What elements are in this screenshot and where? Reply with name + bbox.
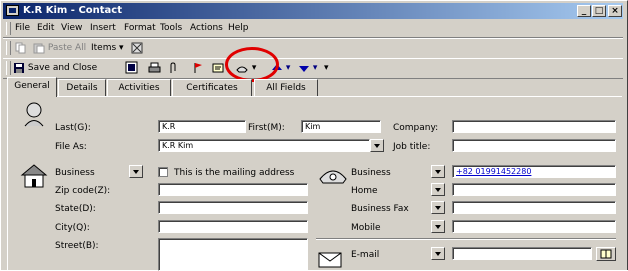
state-input[interactable]	[158, 201, 308, 214]
company-input[interactable]	[452, 120, 616, 133]
follow-up-button[interactable]	[193, 61, 203, 76]
menu-insert[interactable]: Insert	[90, 23, 116, 33]
save-icon	[14, 62, 24, 73]
customize-icon	[131, 42, 143, 53]
first-name-input[interactable]: Kim	[301, 120, 381, 133]
customize-button[interactable]	[131, 41, 143, 56]
toolbar-grip	[6, 41, 11, 55]
file-as-label: File As:	[55, 142, 87, 152]
paste-all-label: Paste All	[47, 43, 87, 53]
attach-button[interactable]	[168, 61, 177, 76]
paste-icon	[33, 43, 45, 53]
email-divider	[316, 238, 616, 240]
phone-mobile-label: Mobile	[351, 223, 381, 233]
address-card-icon	[212, 63, 224, 72]
tab-strip: General Details Activities Certificates …	[3, 77, 623, 97]
city-input[interactable]	[158, 220, 308, 233]
phone-fax-input[interactable]	[452, 201, 616, 214]
menu-actions[interactable]: Actions	[190, 23, 223, 33]
email-envelope-icon	[318, 252, 342, 268]
phone-business-dropdown[interactable]	[431, 165, 445, 178]
menu-grip	[6, 22, 11, 35]
maximize-button[interactable]: □	[592, 5, 606, 17]
phone-business-input[interactable]: +82 01991452280	[452, 165, 616, 178]
print-button[interactable]	[148, 61, 161, 76]
mailing-address-checkbox[interactable]	[158, 167, 168, 177]
address-book-icon	[600, 249, 612, 259]
save-and-new-button[interactable]	[125, 61, 138, 76]
tab-details[interactable]: Details	[58, 79, 106, 96]
contact-window: K.R Kim - Contact _ □ × File Edit View I…	[0, 0, 628, 271]
tab-general[interactable]: General	[7, 77, 57, 97]
address-house-icon	[20, 164, 48, 188]
job-title-label: Job title:	[393, 142, 431, 152]
paperclip-icon	[170, 61, 176, 73]
tab-activities[interactable]: Activities	[107, 79, 171, 96]
printer-icon	[148, 62, 161, 72]
last-name-label: Last(G):	[55, 123, 91, 133]
copy-icon	[15, 42, 26, 53]
contact-app-icon	[6, 5, 19, 16]
save-new-icon	[125, 61, 138, 74]
menu-view[interactable]: View	[61, 23, 82, 33]
zip-code-label: Zip code(Z):	[55, 186, 111, 196]
menu-file[interactable]: File	[15, 23, 30, 33]
menu-format[interactable]: Format	[124, 23, 156, 33]
phone-fax-dropdown[interactable]	[431, 201, 445, 214]
last-name-input[interactable]: K.R	[158, 120, 246, 133]
save-and-close-label: Save and Close	[27, 63, 98, 73]
save-and-close-button[interactable]: Save and Close	[13, 61, 97, 76]
contact-toolbar: Save and Close ▾ ▾ ▾ ▾	[3, 58, 623, 79]
job-title-input[interactable]	[452, 139, 616, 152]
menu-bar: File Edit View Insert Format Tools Actio…	[3, 21, 623, 38]
tab-all-fields[interactable]: All Fields	[254, 79, 318, 96]
paste-all-button[interactable]: Paste All	[33, 41, 86, 56]
menu-tools[interactable]: Tools	[160, 23, 182, 33]
copy-button[interactable]	[15, 41, 27, 56]
toolbar-options-button[interactable]: ▾	[324, 61, 329, 76]
telephone-icon	[319, 170, 347, 184]
phone-mobile-input[interactable]	[452, 220, 616, 233]
phone-home-dropdown[interactable]	[431, 183, 445, 196]
company-label: Company:	[393, 123, 439, 133]
phone-home-label: Home	[351, 186, 378, 196]
address-type-label: Business	[55, 168, 95, 178]
email-label: E-mail	[351, 250, 380, 260]
window-title: K.R Kim - Contact	[23, 5, 123, 16]
first-name-label: First(M):	[248, 123, 285, 133]
phone-business-label: Business	[351, 168, 391, 178]
down-arrow-icon	[299, 65, 309, 72]
standard-toolbar: Paste All Items ▾	[3, 38, 623, 59]
phone-fax-label: Business Fax	[351, 204, 409, 214]
zip-code-input[interactable]	[158, 183, 308, 196]
address-book-button[interactable]	[596, 247, 616, 261]
flag-icon	[194, 62, 202, 73]
file-as-dropdown[interactable]	[370, 139, 384, 152]
items-label: Items	[91, 43, 117, 53]
minimize-button[interactable]: _	[577, 5, 591, 17]
menu-edit[interactable]: Edit	[37, 23, 54, 33]
contact-person-icon	[24, 102, 44, 127]
display-map-button[interactable]	[212, 61, 224, 76]
email-dropdown[interactable]	[431, 247, 445, 260]
title-bar: K.R Kim - Contact _ □ ×	[3, 3, 623, 19]
items-menu-button[interactable]: Items ▾	[91, 41, 124, 56]
phone-mobile-dropdown[interactable]	[431, 220, 445, 233]
menu-help[interactable]: Help	[228, 23, 249, 33]
next-item-button[interactable]: ▾	[298, 61, 317, 76]
address-type-dropdown[interactable]	[129, 165, 143, 178]
state-label: State(D):	[55, 204, 96, 214]
street-input[interactable]	[158, 238, 308, 271]
city-label: City(Q):	[55, 223, 90, 233]
tab-certificates[interactable]: Certificates	[172, 79, 252, 96]
file-as-input[interactable]: K.R Kim	[158, 139, 370, 152]
close-button[interactable]: ×	[608, 5, 622, 17]
email-input[interactable]	[452, 247, 592, 260]
mailing-address-label: This is the mailing address	[174, 168, 295, 178]
toolbar-grip	[6, 61, 11, 75]
street-label: Street(B):	[55, 241, 99, 251]
phone-home-input[interactable]	[452, 183, 616, 196]
general-panel: Last(G): K.R First(M): Kim Company: File…	[7, 96, 622, 271]
